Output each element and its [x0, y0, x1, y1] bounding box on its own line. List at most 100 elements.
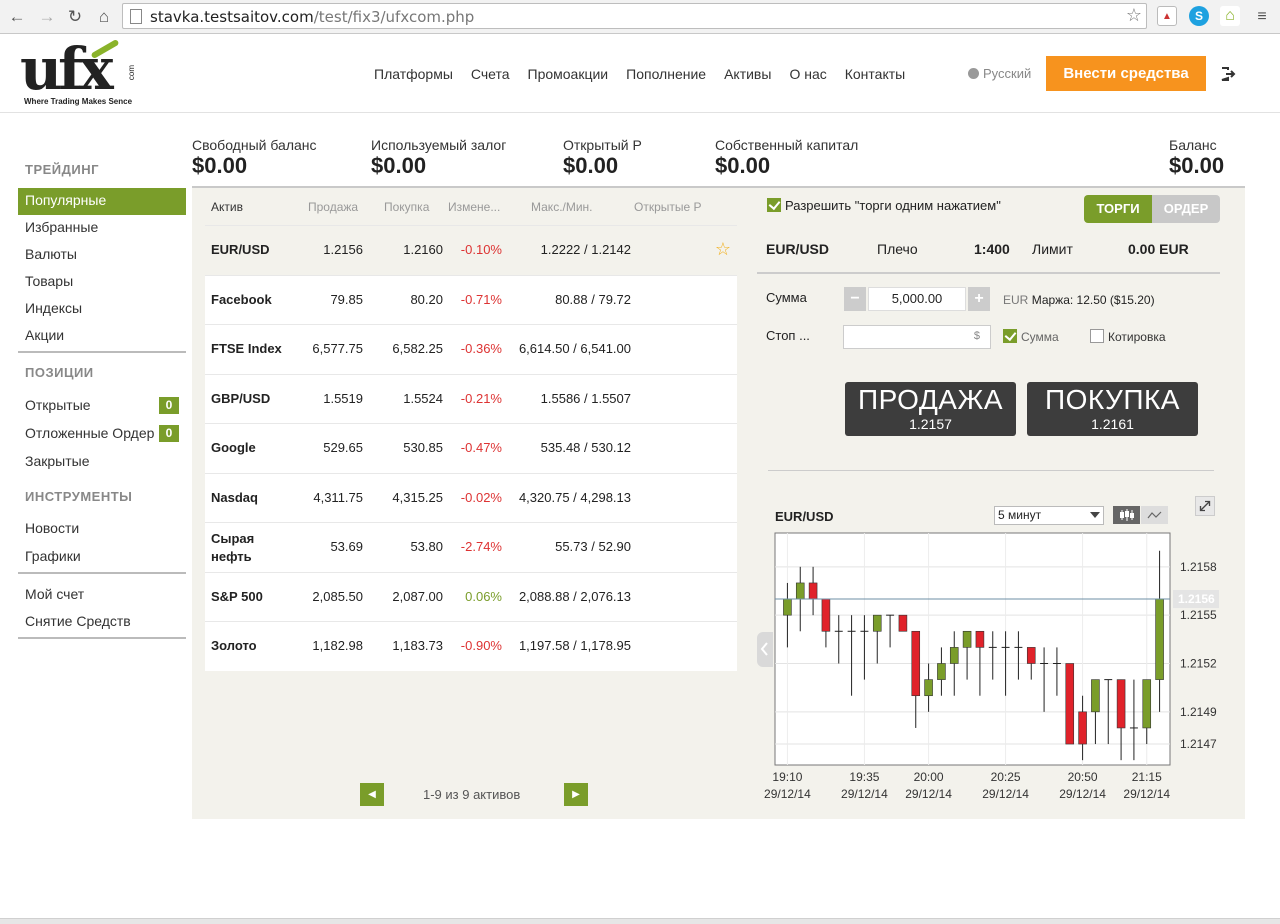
sidebar-item-popular[interactable]: Популярные [18, 188, 186, 215]
logout-icon[interactable] [1220, 66, 1236, 82]
change-percent: -0.21% [460, 390, 502, 406]
candle-body [911, 630, 921, 697]
stop-by-amount-option[interactable]: Сумма [1003, 329, 1059, 344]
candle-body [808, 582, 818, 600]
one-click-toggle[interactable]: Разрешить "торги одним нажатием" [767, 198, 1001, 213]
leverage-label: Плечо [877, 241, 918, 257]
nav-item-accounts[interactable]: Счета [471, 66, 510, 82]
col-change[interactable]: Измене... [448, 200, 500, 214]
home-extension-icon[interactable]: ⌂ [1220, 6, 1240, 26]
forward-icon[interactable]: → [35, 5, 59, 29]
table-header: Актив Продажа Покупка Измене... Макс./Ми… [205, 188, 737, 225]
buy-price: 53.80 [410, 539, 443, 554]
nav-item-assets[interactable]: Активы [724, 66, 771, 82]
tab-trade[interactable]: ТОРГИ [1084, 195, 1152, 223]
change-percent: -2.74% [460, 539, 502, 554]
amount-decrease-button[interactable]: − [844, 287, 866, 311]
table-row[interactable]: Золото 1,182.98 1,183.73 -0.90% 1,197.58 / 1… [205, 621, 737, 671]
reload-icon[interactable]: ↻ [63, 5, 87, 29]
favorite-star-icon[interactable]: ☆ [715, 239, 731, 260]
bookmark-star-icon[interactable]: ☆ [1126, 5, 1142, 26]
browser-toolbar: ← → ↻ ⌂ stavka.testsaitov.com/test/fix3/… [0, 0, 1280, 34]
asset-table: Актив Продажа Покупка Измене... Макс./Ми… [205, 188, 737, 671]
sidebar-item-news[interactable]: Новости [18, 516, 186, 544]
table-row[interactable]: S&P 500 2,085.50 2,087.00 0.06% 2,088.88 / 2… [205, 571, 737, 621]
nav-item-deposit[interactable]: Пополнение [626, 66, 706, 82]
sidebar-item-favorites[interactable]: Избранные [18, 215, 186, 242]
logo-com: com [127, 64, 137, 81]
table-row[interactable]: Nasdaq 4,311.75 4,315.25 -0.02% 4,320.75 / 4… [205, 472, 737, 522]
page-icon [130, 9, 142, 24]
sidebar-item-charts[interactable]: Графики [18, 544, 186, 572]
tab-order[interactable]: ОРДЕР [1152, 195, 1220, 223]
line-mode-button[interactable] [1141, 506, 1168, 524]
x-tick-time: 20:25 [991, 770, 1021, 784]
home-icon[interactable]: ⌂ [92, 5, 116, 29]
sell-price: 2,085.50 [312, 588, 363, 604]
nav-item-promotions[interactable]: Промоакции [528, 66, 609, 82]
sidebar-item-indices[interactable]: Индексы [18, 296, 186, 323]
sidebar-item-withdraw[interactable]: Снятие Средств [18, 609, 186, 636]
pager-next-button[interactable]: ▶ [564, 783, 588, 806]
balance: Баланс $0.00 [1169, 136, 1224, 178]
price-chart[interactable]: 1.2158 1.2155 1.2152 1.2149 1.2147 19:10 29/12… [755, 530, 1230, 805]
horizontal-scrollbar[interactable] [0, 918, 1280, 924]
sidebar-heading-positions: ПОЗИЦИИ [25, 365, 94, 380]
buy-button[interactable]: ПОКУПКА 1.2161 [1027, 382, 1198, 436]
table-row[interactable]: Сырая нефть 53.69 53.80 -2.74% 55.73 / 52.90 [205, 522, 737, 572]
table-row[interactable]: GBP/USD 1.5519 1.5524 -0.21% 1.5586 / 1.5507 [205, 373, 737, 423]
sidebar-item-my-account[interactable]: Мой счет [18, 582, 186, 609]
nav-item-about[interactable]: О нас [789, 66, 826, 82]
table-row[interactable]: EUR/USD 1.2156 1.2160 -0.10% 1.2222 / 1.2142… [205, 225, 737, 275]
table-row[interactable]: FTSE Index 6,577.75 6,582.25 -0.36% 6,614.50… [205, 324, 737, 374]
sidebar-item-stocks[interactable]: Акции [18, 323, 186, 350]
extension-icon[interactable]: ▲ [1157, 6, 1177, 26]
max-min: 2,088.88 / 2,076.13 [518, 588, 631, 604]
nav-item-contacts[interactable]: Контакты [845, 66, 905, 82]
sell-button[interactable]: ПРОДАЖА 1.2157 [845, 382, 1016, 436]
col-buy[interactable]: Покупка [384, 200, 429, 214]
ufx-logo[interactable]: ufx com Where Trading Makes Sence [20, 38, 137, 108]
sell-price: 1.2156 [323, 242, 363, 257]
address-bar[interactable]: stavka.testsaitov.com/test/fix3/ufxcom.p… [122, 3, 1147, 29]
col-open[interactable]: Открытые Р [634, 200, 702, 214]
sidebar-item-currencies[interactable]: Валюты [18, 242, 186, 269]
balance-value: $0.00 [192, 153, 248, 178]
timeframe-select[interactable]: 5 минут [994, 506, 1104, 525]
sidebar-item-closed[interactable]: Закрытые [18, 449, 186, 476]
sell-price: 1.5519 [323, 390, 363, 406]
collapse-panel-button[interactable] [757, 632, 773, 667]
amount-increase-button[interactable]: + [968, 287, 990, 311]
line-chart-icon [1147, 511, 1162, 519]
deposit-button[interactable]: Внести средства [1046, 56, 1206, 91]
col-asset[interactable]: Актив [211, 200, 243, 214]
stop-by-quote-option[interactable]: Котировка [1090, 329, 1166, 344]
chevron-left-icon [760, 642, 768, 656]
skype-icon[interactable]: S [1189, 6, 1209, 26]
asset-name: FTSE Index [211, 341, 282, 356]
max-min: 1,197.58 / 1,178.95 [518, 638, 631, 653]
sidebar-item-commodities[interactable]: Товары [18, 269, 186, 296]
candle-body [962, 630, 972, 648]
x-tick-date: 29/12/14 [764, 787, 811, 801]
nav-item-platforms[interactable]: Платформы [374, 66, 453, 82]
pager-prev-button[interactable]: ◀ [360, 783, 384, 806]
change-percent: 0.06% [465, 588, 502, 604]
table-row[interactable]: Google 529.65 530.85 -0.47% 535.48 / 530.12 [205, 423, 737, 473]
x-tick-time: 20:50 [1068, 770, 1098, 784]
menu-icon[interactable]: ≡ [1250, 5, 1274, 29]
candlestick-mode-button[interactable] [1113, 506, 1140, 524]
amount-input[interactable]: 5,000.00 [868, 287, 966, 311]
sidebar-item-pending[interactable]: Отложенные Ордер 0 [18, 421, 186, 449]
sidebar-item-open[interactable]: Открытые 0 [18, 393, 186, 421]
balance-value: $0.00 [563, 153, 619, 178]
expand-chart-button[interactable] [1195, 496, 1215, 516]
checkbox-icon [1090, 329, 1104, 343]
table-row[interactable]: Facebook 79.85 80.20 -0.71% 80.88 / 79.72 [205, 274, 737, 324]
change-percent: -0.02% [460, 489, 502, 505]
col-maxmin[interactable]: Макс./Мин. [531, 200, 593, 214]
col-sell[interactable]: Продажа [308, 200, 358, 214]
stop-input[interactable]: $ [843, 325, 991, 349]
language-selector[interactable]: Русский [968, 66, 1031, 81]
back-icon[interactable]: ← [5, 5, 29, 29]
